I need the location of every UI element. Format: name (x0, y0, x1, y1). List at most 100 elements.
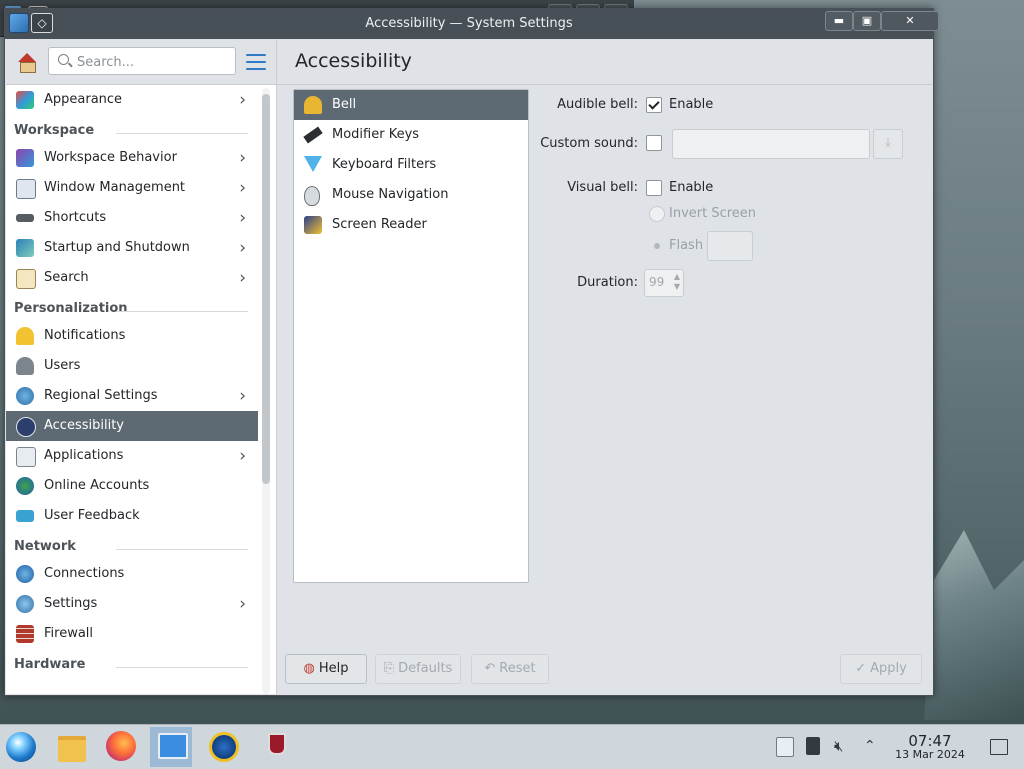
chevron-right-icon: › (239, 238, 246, 258)
bell-icon (304, 96, 322, 114)
accessibility-category-list: Bell Modifier Keys Keyboard Filters Mous… (293, 89, 529, 583)
show-desktop-icon[interactable] (990, 739, 1008, 755)
section-header-personalization: Personalization (6, 293, 258, 321)
sidebar-item-label: Workspace Behavior (44, 150, 177, 165)
category-item-modifier-keys[interactable]: Modifier Keys (294, 120, 528, 150)
sidebar-item-label: Notifications (44, 328, 126, 343)
sidebar-item-label: Shortcuts (44, 210, 107, 225)
chevron-up-icon[interactable]: ⌃ (864, 737, 880, 755)
duration-label: Duration: (577, 275, 638, 290)
custom-sound-field[interactable] (672, 129, 870, 159)
taskbar: 🔇︎ ⌃ (0, 724, 1024, 769)
bell-settings-form: Audible bell: Enable Custom sound: ⤓ Vis… (535, 89, 935, 349)
sidebar-item-window-management[interactable]: Window Management › (6, 173, 258, 203)
help-button[interactable]: ◍ Help (285, 654, 367, 684)
sidebar-item-connections[interactable]: Connections (6, 559, 258, 589)
filter-icon (304, 156, 322, 172)
chevron-right-icon: › (239, 178, 246, 198)
sidebar-item-regional-settings[interactable]: Regional Settings › (6, 381, 258, 411)
globe-sun-icon (212, 735, 236, 759)
sidebar-item-label: Regional Settings (44, 388, 158, 403)
category-item-label: Mouse Navigation (332, 187, 449, 202)
wine-glass-icon (268, 733, 286, 755)
apply-button[interactable]: ✓ Apply (840, 654, 922, 684)
sidebar-item-settings[interactable]: Settings › (6, 589, 258, 619)
wine-task[interactable] (254, 727, 296, 767)
sidebar-item-label: Firewall (44, 626, 94, 641)
visual-bell-label: Visual bell: (567, 180, 638, 195)
search-icon (58, 54, 69, 65)
invert-screen-label[interactable]: Invert Screen (669, 206, 756, 221)
home-icon[interactable] (16, 51, 38, 73)
wallpaper-mountain (924, 530, 1024, 720)
sidebar-item-workspace-behavior[interactable]: Workspace Behavior › (6, 143, 258, 173)
start-orb-icon (6, 732, 36, 762)
device-notifier-icon[interactable] (806, 737, 820, 755)
category-item-label: Keyboard Filters (332, 157, 437, 172)
reset-button[interactable]: ↶ Reset (471, 654, 549, 684)
browse-sound-button[interactable]: ⤓ (873, 129, 903, 159)
minimize-button[interactable]: ▬ (825, 11, 853, 31)
sidebar-item-label: Settings (44, 596, 98, 611)
search-input[interactable] (75, 52, 229, 72)
discover-task[interactable] (202, 727, 244, 767)
category-item-mouse-navigation[interactable]: Mouse Navigation (294, 180, 528, 210)
bell-icon (16, 327, 34, 345)
volume-muted-icon[interactable]: 🔇︎ (834, 737, 850, 755)
flash-label[interactable]: Flash (669, 238, 703, 253)
visual-bell-checkbox[interactable] (646, 180, 662, 196)
sidebar-item-search[interactable]: Search › (6, 263, 258, 293)
close-button[interactable]: ✕ (881, 11, 939, 31)
sidebar-item-appearance[interactable]: Appearance › (6, 85, 258, 115)
help-icon: ◍ (303, 661, 315, 676)
sidebar-item-firewall[interactable]: Firewall (6, 619, 258, 649)
maximize-button[interactable]: ▣ (853, 11, 881, 31)
clipboard-icon[interactable] (776, 737, 794, 757)
sidebar-scrollbar-thumb[interactable] (262, 94, 270, 484)
chevron-right-icon: › (239, 446, 246, 466)
category-item-keyboard-filters[interactable]: Keyboard Filters (294, 150, 528, 180)
category-item-screen-reader[interactable]: Screen Reader (294, 210, 528, 240)
keyboard-icon (16, 214, 34, 222)
sidebar-item-startup-and-shutdown[interactable]: Startup and Shutdown › (6, 233, 258, 263)
clock-date[interactable]: 13 Mar 2024 (890, 748, 970, 761)
sidebar-list: Appearance › Workspace Workspace Behavio… (6, 85, 258, 693)
visual-enable-label[interactable]: Enable (669, 180, 713, 195)
invert-screen-radio[interactable] (649, 206, 665, 222)
defaults-button[interactable]: ⎘ Defaults (375, 654, 461, 684)
start-menu-button[interactable] (0, 727, 42, 767)
sidebar-item-online-accounts[interactable]: Online Accounts (6, 471, 258, 501)
flash-color-button[interactable] (707, 231, 753, 261)
system-settings-task[interactable] (150, 727, 192, 767)
window-titlebar[interactable]: ◇ Accessibility — System Settings ▬ ▣ ✕ (5, 9, 939, 39)
file-manager-launcher[interactable] (50, 727, 92, 767)
sidebar-item-applications[interactable]: Applications › (6, 441, 258, 471)
firefox-launcher[interactable] (100, 727, 142, 767)
audible-bell-checkbox[interactable] (646, 97, 662, 113)
category-item-bell[interactable]: Bell (294, 90, 528, 120)
search-field[interactable] (48, 47, 236, 75)
appearance-icon (16, 91, 34, 109)
sidebar-item-notifications[interactable]: Notifications (6, 321, 258, 351)
flash-radio[interactable] (654, 243, 660, 249)
chevron-right-icon: › (239, 268, 246, 288)
hamburger-menu-icon[interactable] (246, 54, 266, 70)
spin-arrows-icon[interactable]: ▲ ▼ (674, 272, 680, 292)
custom-sound-checkbox[interactable] (646, 135, 662, 151)
firefox-icon (106, 731, 136, 761)
sidebar-item-accessibility[interactable]: Accessibility (6, 411, 258, 441)
sidebar-item-label: Accessibility (44, 418, 124, 433)
applications-icon (16, 447, 36, 467)
sidebar-item-shortcuts[interactable]: Shortcuts › (6, 203, 258, 233)
audible-enable-label[interactable]: Enable (669, 97, 713, 112)
feedback-icon (16, 510, 34, 522)
custom-sound-label: Custom sound: (540, 136, 638, 151)
sidebar-item-users[interactable]: Users (6, 351, 258, 381)
duration-spinbox[interactable]: 99 ▲ ▼ (644, 269, 684, 297)
modifier-keys-icon (303, 126, 323, 144)
online-accounts-icon (16, 477, 34, 495)
sidebar-item-user-feedback[interactable]: User Feedback (6, 501, 258, 531)
duration-value: 99 (649, 275, 665, 289)
system-settings-icon (158, 733, 188, 759)
sidebar-item-label: Applications (44, 448, 124, 463)
